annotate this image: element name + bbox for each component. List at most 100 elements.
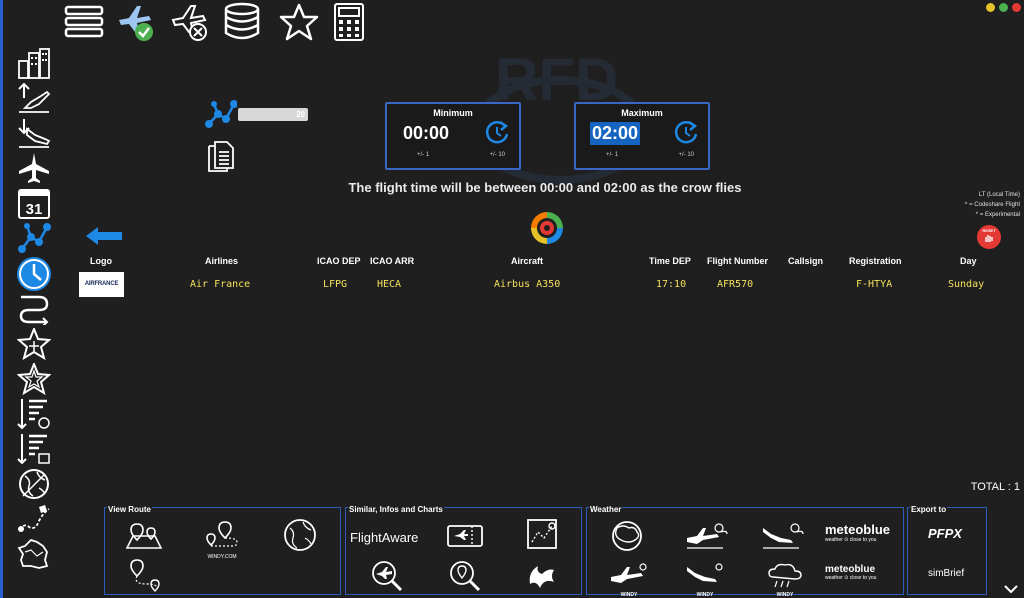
back-button[interactable]: [84, 226, 124, 246]
sidebar-item-france[interactable]: [17, 538, 51, 570]
sidebar-item-departures[interactable]: [17, 82, 51, 114]
database-button[interactable]: [222, 2, 262, 42]
flightradar-button[interactable]: [524, 558, 560, 592]
sidebar-item-arrivals[interactable]: [17, 117, 51, 149]
location-search-button[interactable]: [446, 558, 482, 592]
col-time-dep[interactable]: Time DEP: [649, 256, 691, 266]
cell-icao-arr[interactable]: HECA: [377, 279, 401, 290]
simbrief-label: simBrief: [928, 568, 965, 579]
minimum-rotate-button[interactable]: [483, 118, 511, 146]
reset-button[interactable]: RESET: [977, 225, 1001, 249]
panel-title: View Route: [107, 505, 152, 514]
rotate-clock-icon: [674, 120, 698, 144]
sidebar-item-calendar[interactable]: 31: [17, 187, 51, 219]
sidebar-item-map-route[interactable]: [17, 503, 51, 535]
cell-flight-number[interactable]: AFR570: [717, 279, 753, 290]
windy-label: WINDY: [620, 592, 638, 598]
search-flight-button[interactable]: [368, 558, 404, 592]
sidebar-item-favorites[interactable]: [17, 363, 51, 395]
sidebar-item-network[interactable]: [17, 222, 51, 254]
sidebar-item-sort-date[interactable]: [17, 433, 51, 465]
pfpx-export-button[interactable]: PFPX: [928, 526, 962, 541]
search-settings-button[interactable]: [529, 210, 565, 246]
col-icao-dep[interactable]: ICAO DEP: [317, 256, 361, 266]
expand-chevron-button[interactable]: [1004, 584, 1018, 594]
ticket-button[interactable]: [446, 520, 484, 550]
chevron-down-icon: [1004, 585, 1018, 594]
cloud-globe-icon: [612, 521, 642, 551]
weather-arrival-button[interactable]: [759, 520, 805, 550]
cell-aircraft[interactable]: Airbus A350: [494, 279, 560, 290]
calculator-button[interactable]: [329, 2, 369, 42]
settings-wheel-icon: [531, 212, 563, 244]
map-pin-button[interactable]: [125, 520, 163, 550]
total-count: TOTAL : 1: [970, 481, 1020, 493]
minimize-button[interactable]: [986, 3, 995, 12]
cell-day[interactable]: Sunday: [948, 279, 984, 290]
plane-sun-icon: [687, 523, 728, 549]
close-button[interactable]: [1012, 3, 1021, 12]
col-logo[interactable]: Logo: [90, 256, 112, 266]
chart-map-icon: [527, 519, 557, 549]
weather-departure-button[interactable]: [683, 520, 729, 550]
route-icon: [19, 295, 49, 325]
calculator-icon: [334, 3, 364, 41]
maximum-rotate-button[interactable]: [672, 118, 700, 146]
simbrief-export-button[interactable]: simBrief: [928, 568, 964, 579]
windy-com-button[interactable]: WINDY.COM: [205, 516, 239, 560]
cell-registration[interactable]: F-HTYA: [856, 279, 892, 290]
col-registration[interactable]: Registration: [849, 256, 902, 266]
sidebar-item-world[interactable]: [17, 468, 51, 500]
plane-search-icon: [372, 561, 403, 592]
database-icon: [224, 2, 260, 40]
route-waypoints-button[interactable]: [127, 558, 163, 592]
maximum-step-large[interactable]: +/- 10: [678, 152, 694, 158]
col-day[interactable]: Day: [960, 256, 977, 266]
maximum-time-input[interactable]: 02:00: [590, 122, 641, 145]
favorites-button[interactable]: [279, 2, 319, 42]
cancelled-flights-button[interactable]: [169, 2, 209, 42]
filter-sort-icon: [17, 399, 50, 430]
cell-icao-dep[interactable]: LFPG: [323, 279, 347, 290]
clock-icon: [19, 259, 49, 289]
sidebar-item-flight-time[interactable]: [17, 257, 51, 291]
legend-codeshare: ^ = Codeshare Flight: [964, 202, 1020, 208]
maximize-button[interactable]: [999, 3, 1008, 12]
col-icao-arr[interactable]: ICAO ARR: [370, 256, 414, 266]
menu-button[interactable]: [64, 2, 104, 42]
cell-airline[interactable]: Air France: [190, 279, 250, 290]
sidebar-item-sort-time[interactable]: [17, 398, 51, 430]
windy-route-button[interactable]: WINDY: [763, 558, 807, 598]
windy-label: WINDY: [776, 592, 794, 598]
sidebar-item-favorite-flights[interactable]: [17, 328, 51, 360]
meteoblue-button[interactable]: meteoblue weather ⊙ close to you: [825, 522, 890, 543]
sidebar-item-airports[interactable]: [17, 47, 51, 79]
windy-arrival-button[interactable]: WINDY: [683, 558, 727, 598]
panel-similar-infos-charts: Similar, Infos and Charts FlightAware: [345, 505, 582, 595]
windy-departure-button[interactable]: WINDY: [607, 558, 651, 598]
distance-slider[interactable]: 20: [238, 108, 308, 121]
minimum-step-large[interactable]: +/- 10: [489, 152, 505, 158]
sidebar-item-airplane[interactable]: [17, 152, 51, 184]
col-callsign[interactable]: Callsign: [788, 256, 823, 266]
minimum-time-input[interactable]: 00:00: [401, 122, 451, 145]
charts-button[interactable]: [524, 516, 560, 552]
network-filter-icon: [205, 100, 237, 130]
slider-value: 20: [296, 110, 305, 119]
col-airlines[interactable]: Airlines: [205, 256, 238, 266]
flightaware-button[interactable]: FlightAware: [350, 530, 418, 545]
panel-title: Weather: [589, 505, 623, 514]
documents-button[interactable]: [205, 140, 237, 172]
col-flight-number[interactable]: Flight Number: [707, 256, 768, 266]
col-aircraft[interactable]: Aircraft: [511, 256, 543, 266]
weather-globe-button[interactable]: [609, 518, 645, 552]
maximum-step-small[interactable]: +/- 1: [606, 152, 618, 158]
globe-icon: [19, 469, 49, 499]
meteoblue-route-button[interactable]: meteoblue weather ⊙ close to you: [825, 564, 876, 581]
airline-logo: AIRFRANCE: [79, 272, 124, 297]
minimum-step-small[interactable]: +/- 1: [417, 152, 429, 158]
globe-route-button[interactable]: [283, 518, 317, 552]
sidebar-item-route[interactable]: [17, 293, 51, 325]
validated-flights-button[interactable]: [115, 2, 155, 42]
cell-time-dep[interactable]: 17:10: [656, 279, 686, 290]
